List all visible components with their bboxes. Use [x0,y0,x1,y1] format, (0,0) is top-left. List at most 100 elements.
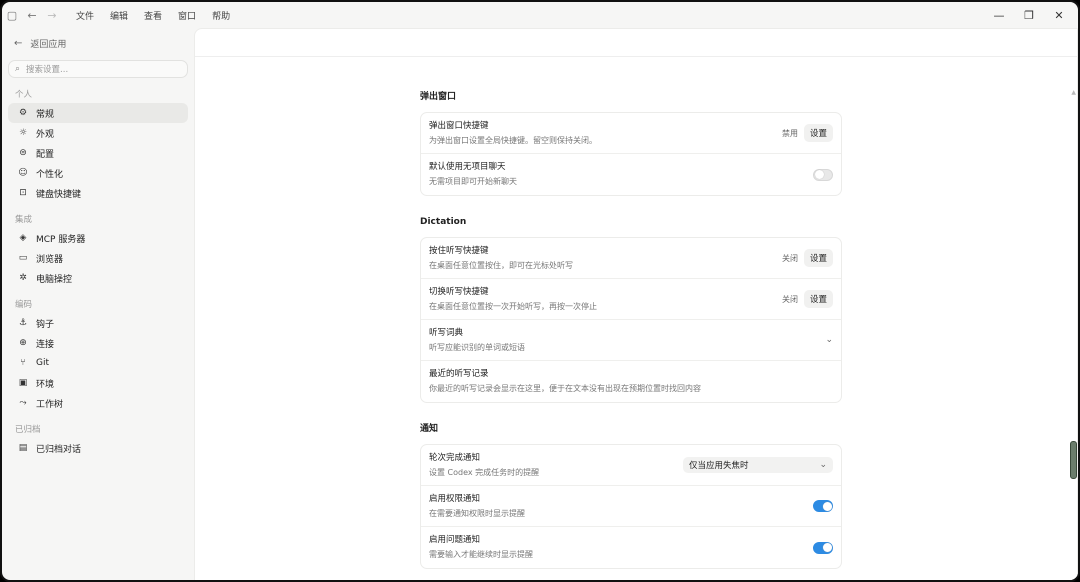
sparkle-icon: ✲ [19,273,27,283]
scroll-up-arrow-icon[interactable]: ▲ [1071,89,1076,96]
settings-content: 弹出窗口 弹出窗口快捷键 为弹出窗口设置全局快捷键。留空则保持关闭。 禁用 设置… [420,89,842,580]
vertical-scrollbar[interactable]: ▲ [1069,89,1077,569]
setting-description: 你最近的听写记录会显示在这里，便于在文本没有出现在预期位置时找回内容 [429,384,701,393]
settings-card-notifications: 轮次完成通知 设置 Codex 完成任务时的提醒 仅当应用失焦时 ⌄ 启用权限通… [420,444,842,569]
minimize-button[interactable]: — [984,9,1014,22]
setting-description: 在桌面任意位置按一次开始听写，再按一次停止 [429,302,597,311]
sidebar-item-keyboard-shortcuts[interactable]: ⊡ 键盘快捷键 [8,183,188,203]
setting-row-recent-dictation: 最近的听写记录 你最近的听写记录会显示在这里，便于在文本没有出现在预期位置时找回… [421,361,841,402]
anchor-icon: ⚓ [18,318,28,328]
restore-button[interactable]: ❐ [1014,9,1044,22]
sidebar-item-git[interactable]: ⑂ Git [8,353,188,373]
setting-row-popup-shortcut: 弹出窗口快捷键 为弹出窗口设置全局快捷键。留空则保持关闭。 禁用 设置 [421,113,841,154]
sidebar-toggle-icon[interactable]: ▢ [2,2,22,28]
setting-title: 弹出窗口快捷键 [429,121,489,131]
close-button[interactable]: ✕ [1044,9,1074,22]
chevron-down-icon[interactable]: ⌄ [825,335,833,345]
sidebar-item-archived-chats[interactable]: ▤ 已归档对话 [8,438,188,458]
setting-description: 需要输入才能继续时显示提醒 [429,550,533,559]
section-title-popup: 弹出窗口 [420,92,457,102]
setting-row-turn-complete: 轮次完成通知 设置 Codex 完成任务时的提醒 仅当应用失焦时 ⌄ [421,445,841,486]
settings-card-popup: 弹出窗口快捷键 为弹出窗口设置全局快捷键。留空则保持关闭。 禁用 设置 默认使用… [420,112,842,196]
shortcut-state: 关闭 [781,294,798,304]
back-label: 返回应用 [30,39,67,50]
menu-file[interactable]: 文件 [68,9,102,22]
sidebar-item-label: 常规 [36,109,55,120]
sidebar-item-label: 外观 [36,129,55,140]
sidebar-item-hooks[interactable]: ⚓ 钩子 [8,313,188,333]
setting-row-question-notify: 启用问题通知 需要输入才能继续时显示提醒 [421,527,841,568]
set-shortcut-button[interactable]: 设置 [803,290,833,308]
sidebar-item-browser[interactable]: ▭ 浏览器 [8,248,188,268]
scroll-thumb[interactable] [1070,441,1077,479]
back-to-app-link[interactable]: ← 返回应用 [8,32,188,54]
shortcut-state: 关闭 [781,253,798,263]
sidebar-item-label: 钩子 [36,319,55,330]
terminal-icon: ▣ [18,378,28,388]
menu-edit[interactable]: 编辑 [102,9,136,22]
sidebar-item-label: 电脑操控 [36,274,73,285]
sidebar-item-connections[interactable]: ⊕ 连接 [8,333,188,353]
main-top-strip [195,29,1077,57]
sidebar-item-label: 键盘快捷键 [36,189,82,200]
setting-row-permission-notify: 启用权限通知 在需要通知权限时显示提醒 [421,486,841,527]
menu-window[interactable]: 窗口 [170,9,204,22]
set-shortcut-button[interactable]: 设置 [803,124,833,142]
sidebar-item-general[interactable]: ⚙ 常规 [8,103,188,123]
sidebar-item-label: 已归档对话 [36,444,82,455]
settings-sidebar: ← 返回应用 ⌕ 搜索设置... 个人 ⚙ 常规 ☼ 外观 ⊜ 配置 ☺ 个性化 ⊡ 键盘… [2,28,194,580]
menu-help[interactable]: 帮助 [204,9,238,22]
turn-complete-select[interactable]: 仅当应用失焦时 ⌄ [683,457,833,473]
section-title-notifications: 通知 [420,424,439,434]
app-window: ▢ ← → 文件 编辑 查看 窗口 帮助 — ❐ ✕ ← 返回应用 ⌕ 搜索设置… [0,0,1080,582]
group-label-archived: 已归档 [15,425,41,435]
arrow-left-icon: ← [14,37,23,49]
back-arrow-icon[interactable]: ← [22,2,42,28]
config-icon: ⊜ [19,148,27,158]
section-title-dictation: Dictation [420,217,467,227]
setting-row-dictation-dictionary[interactable]: 听写词典 听写应能识别的单词或短语 ⌄ [421,320,841,361]
setting-title: 默认使用无项目聊天 [429,162,506,172]
sidebar-item-label: 配置 [36,149,55,160]
setting-title: 按住听写快捷键 [429,246,489,256]
group-label-integrations: 集成 [15,215,33,225]
sidebar-item-environment[interactable]: ▣ 环境 [8,373,188,393]
setting-row-hold-dictation: 按住听写快捷键 在桌面任意位置按住，即可在光标处听写 关闭 设置 [421,238,841,279]
sidebar-item-label: 个性化 [36,169,64,180]
forward-arrow-icon[interactable]: → [42,2,62,28]
sidebar-item-computer-use[interactable]: ✲ 电脑操控 [8,268,188,288]
browser-icon: ▭ [18,253,28,263]
smile-icon: ☺ [18,168,28,178]
sidebar-item-mcp-servers[interactable]: ◈ MCP 服务器 [8,228,188,248]
sidebar-item-label: MCP 服务器 [36,234,86,245]
menu-view[interactable]: 查看 [136,9,170,22]
setting-row-toggle-dictation: 切换听写快捷键 在桌面任意位置按一次开始听写，再按一次停止 关闭 设置 [421,279,841,320]
group-label-coding: 编码 [15,300,33,310]
permission-notify-toggle[interactable] [813,500,833,512]
no-project-chat-toggle[interactable] [813,168,833,181]
sidebar-item-label: 环境 [36,379,55,390]
sidebar-item-worktree[interactable]: ⤳ 工作树 [8,393,188,413]
sidebar-item-personalization[interactable]: ☺ 个性化 [8,163,188,183]
setting-row-no-project-chat: 默认使用无项目聊天 无需项目即可开始新聊天 [421,154,841,195]
group-label-personal: 个人 [15,90,33,100]
sidebar-item-config[interactable]: ⊜ 配置 [8,143,188,163]
set-shortcut-button[interactable]: 设置 [803,249,833,267]
setting-description: 在桌面任意位置按住，即可在光标处听写 [429,261,573,270]
sidebar-item-appearance[interactable]: ☼ 外观 [8,123,188,143]
search-input[interactable]: ⌕ 搜索设置... [8,60,188,78]
setting-title: 启用问题通知 [429,535,481,545]
search-placeholder: 搜索设置... [26,65,69,75]
sidebar-item-label: 工作树 [36,399,64,410]
setting-description: 听写应能识别的单词或短语 [429,343,525,352]
title-bar: ▢ ← → 文件 编辑 查看 窗口 帮助 — ❐ ✕ [2,2,1078,28]
keyboard-icon: ⊡ [19,188,27,198]
select-value: 仅当应用失焦时 [689,461,749,471]
sun-icon: ☼ [18,128,28,138]
shortcut-state: 禁用 [781,128,798,138]
gear-icon: ⚙ [18,108,28,118]
worktree-icon: ⤳ [19,398,27,408]
question-notify-toggle[interactable] [813,541,833,554]
settings-card-dictation: 按住听写快捷键 在桌面任意位置按住，即可在光标处听写 关闭 设置 切换听写快捷键… [420,237,842,403]
setting-description: 无需项目即可开始新聊天 [429,177,517,186]
